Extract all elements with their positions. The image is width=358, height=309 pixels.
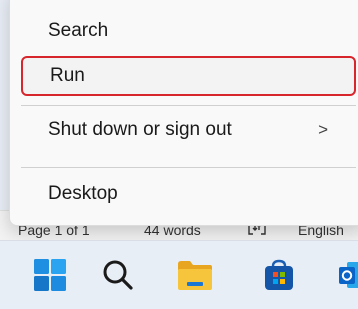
menu-separator <box>21 105 356 106</box>
menu-item-label: Run <box>50 65 85 86</box>
menu-item-label: Shut down or sign out <box>48 119 232 140</box>
menu-separator <box>21 167 356 168</box>
start-context-menu: Search Run Shut down or sign out > Deskt… <box>9 0 358 226</box>
windows-start-icon[interactable] <box>33 258 67 292</box>
menu-item-label: Search <box>48 20 109 41</box>
menu-item-label: Desktop <box>48 183 118 204</box>
menu-item-run[interactable]: Run <box>21 56 356 96</box>
screen: Page 1 of 1 44 words English Search Run … <box>0 0 358 309</box>
file-explorer-icon[interactable] <box>176 258 212 292</box>
taskbar <box>0 240 358 309</box>
menu-item-shut-down-or-sign-out[interactable]: Shut down or sign out > <box>21 110 356 150</box>
outlook-icon[interactable] <box>339 258 358 292</box>
menu-item-search[interactable]: Search <box>21 11 356 51</box>
menu-item-desktop[interactable]: Desktop <box>21 174 356 214</box>
chevron-right-icon: > <box>318 120 328 139</box>
microsoft-store-icon[interactable] <box>262 258 296 292</box>
search-icon[interactable] <box>101 258 135 292</box>
